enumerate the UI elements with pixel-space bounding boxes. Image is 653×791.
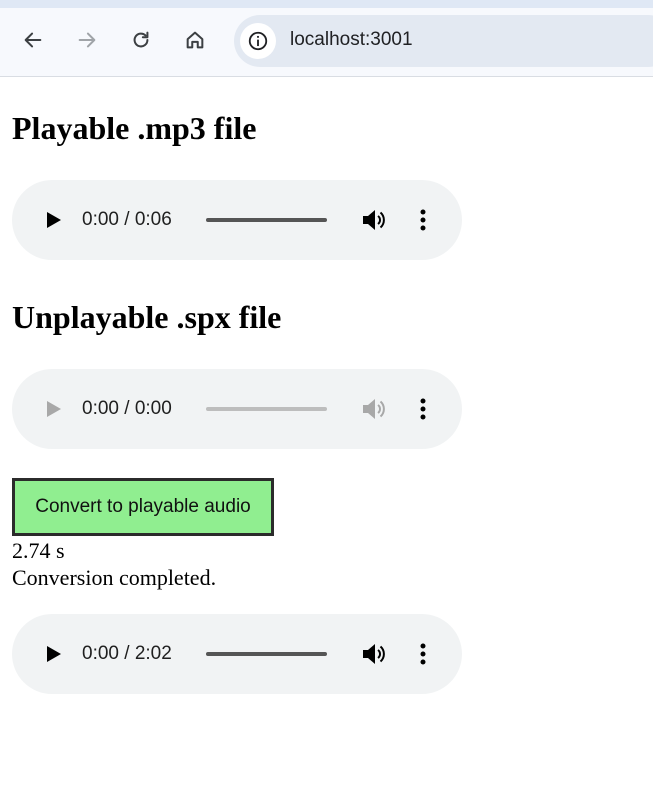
address-bar[interactable]: localhost:3001 xyxy=(234,15,653,67)
convert-button[interactable]: Convert to playable audio xyxy=(12,478,274,536)
play-icon xyxy=(47,401,61,417)
reload-button[interactable] xyxy=(125,24,157,56)
site-info-icon xyxy=(248,31,268,51)
window-top-strip xyxy=(0,0,653,8)
audio-player-converted[interactable]: 0:00 / 2:02 xyxy=(12,614,462,694)
forward-button[interactable] xyxy=(71,24,103,56)
conversion-duration: 2.74 s xyxy=(12,538,65,563)
back-button[interactable] xyxy=(17,24,49,56)
url-text: localhost:3001 xyxy=(290,29,413,50)
time-display: 0:00 / 0:06 xyxy=(82,209,172,230)
site-info-button[interactable] xyxy=(240,23,276,59)
time-display: 0:00 / 0:00 xyxy=(82,398,172,419)
home-icon xyxy=(186,31,204,49)
conversion-status: Conversion completed. xyxy=(12,565,217,590)
time-display: 0:00 / 2:02 xyxy=(82,643,172,664)
back-arrow-icon xyxy=(24,32,42,48)
seek-bar[interactable] xyxy=(206,218,327,222)
more-options-icon[interactable] xyxy=(413,642,433,666)
play-icon[interactable] xyxy=(42,209,64,231)
volume-icon xyxy=(363,399,385,419)
audio-player-mp3[interactable]: 0:00 / 0:06 xyxy=(12,180,462,260)
home-button[interactable] xyxy=(179,24,211,56)
forward-arrow-icon xyxy=(78,32,96,48)
seek-bar[interactable] xyxy=(206,652,327,656)
seek-bar xyxy=(206,407,327,411)
audio-player-spx[interactable]: 0:00 / 0:00 xyxy=(12,369,462,449)
heading-unplayable: Unplayable .spx file xyxy=(12,299,282,335)
more-options-icon[interactable] xyxy=(413,208,433,232)
browser-toolbar: localhost:3001 xyxy=(0,8,653,77)
volume-icon[interactable] xyxy=(361,642,387,666)
play-icon[interactable] xyxy=(42,643,64,665)
volume-icon[interactable] xyxy=(361,208,387,232)
heading-playable: Playable .mp3 file xyxy=(12,110,257,146)
more-options-icon[interactable] xyxy=(413,397,433,421)
reload-icon xyxy=(133,31,149,48)
